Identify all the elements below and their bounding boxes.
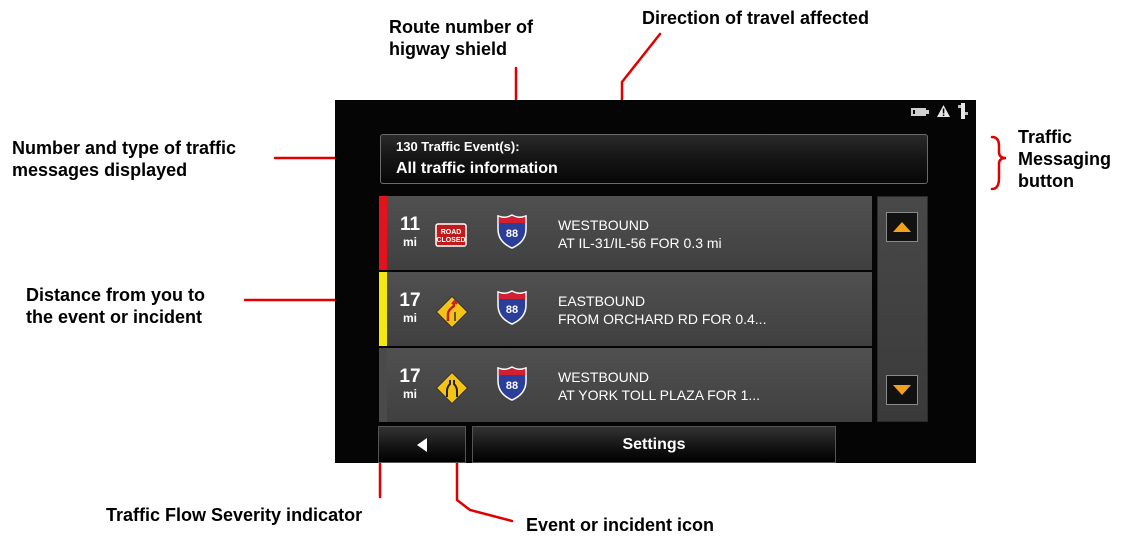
route-number-callout-line2: higway shield <box>389 39 508 59</box>
road-narrows-icon <box>435 371 469 405</box>
route-number: 88 <box>506 380 518 392</box>
warning-icon <box>937 104 950 122</box>
severity-indicator <box>379 348 387 422</box>
distance-value: 17 <box>399 290 421 311</box>
distance-unit: mi <box>402 387 417 401</box>
event-detail: FROM ORCHARD RD FOR 0.4... <box>558 311 767 327</box>
traffic-event-row[interactable]: 17 mi 88 EASTBOUND FROM ORCHARD RD FOR 0… <box>379 272 872 346</box>
route-number-callout-line1: Route number of <box>389 17 533 37</box>
bottom-bar: Settings <box>378 426 836 463</box>
traffic-filter-label: All traffic information <box>396 160 558 177</box>
event-detail: AT YORK TOLL PLAZA FOR 1... <box>558 387 761 403</box>
scroll-down-button[interactable] <box>886 375 918 405</box>
interstate-shield-icon: 88 <box>496 213 528 249</box>
messaging-button-callout-line1: Traffic <box>1018 127 1073 147</box>
severity-callout: Traffic Flow Severity indicator <box>106 505 363 525</box>
back-button[interactable] <box>378 426 466 463</box>
event-direction: WESTBOUND <box>558 217 649 233</box>
distance-value: 11 <box>399 214 421 235</box>
message-count-callout: Number and type of traffic messages disp… <box>12 137 236 181</box>
distance-value: 17 <box>399 366 421 387</box>
direction-callout: Direction of travel affected <box>642 8 870 28</box>
traffic-event-row[interactable]: 11 mi ROAD CLOSED 88 WESTBOUND AT IL-31/… <box>379 196 872 270</box>
route-number: 88 <box>506 228 518 240</box>
road-closed-icon: ROAD CLOSED <box>435 219 467 251</box>
distance-unit: mi <box>402 235 417 249</box>
event-icon-callout: Event or incident icon <box>526 515 715 535</box>
interstate-shield-icon: 88 <box>496 289 528 325</box>
scroll-up-button[interactable] <box>886 212 918 242</box>
road-closed-text-bottom: CLOSED <box>436 237 465 244</box>
settings-button[interactable]: Settings <box>472 426 836 463</box>
traffic-screen: 130 Traffic Event(s): All traffic inform… <box>335 100 976 463</box>
event-info: WESTBOUND AT IL-31/IL-56 FOR 0.3 mi <box>558 216 722 252</box>
message-count-callout-line2: messages displayed <box>12 160 188 180</box>
event-distance: 17 mi <box>389 366 431 402</box>
road-closed-text-top: ROAD <box>441 229 462 236</box>
distance-callout: Distance from you to the event or incide… <box>26 284 205 328</box>
messaging-button-callout: Traffic Messaging button <box>1018 126 1111 192</box>
event-distance: 11 mi <box>389 214 431 250</box>
arrow-down-icon <box>893 385 911 395</box>
event-detail: AT IL-31/IL-56 FOR 0.3 mi <box>558 235 722 251</box>
back-arrow-icon <box>417 437 427 452</box>
messaging-brace <box>990 135 1007 191</box>
event-info: WESTBOUND AT YORK TOLL PLAZA FOR 1... <box>558 368 760 404</box>
route-number: 88 <box>506 304 518 316</box>
event-direction: EASTBOUND <box>558 293 646 309</box>
distance-unit: mi <box>402 311 417 325</box>
satellite-icon <box>958 102 968 124</box>
arrow-up-icon <box>893 222 911 232</box>
traffic-event-list: 11 mi ROAD CLOSED 88 WESTBOUND AT IL-31/… <box>379 196 872 424</box>
route-number-callout: Route number of higway shield <box>389 16 533 60</box>
messaging-button-callout-line2: Messaging <box>1018 149 1112 169</box>
message-count-callout-line1: Number and type of traffic <box>12 138 237 158</box>
lane-shift-icon <box>435 295 469 329</box>
traffic-messaging-button[interactable]: 130 Traffic Event(s): All traffic inform… <box>380 134 928 184</box>
interstate-shield-icon: 88 <box>496 365 528 401</box>
severity-indicator <box>379 272 387 346</box>
severity-indicator <box>379 196 387 270</box>
distance-callout-line2: the event or incident <box>26 307 203 327</box>
event-direction: WESTBOUND <box>558 369 649 385</box>
traffic-event-row[interactable]: 17 mi 88 WESTBOUND AT YORK TOLL PLAZA FO… <box>379 348 872 422</box>
event-info: EASTBOUND FROM ORCHARD RD FOR 0.4... <box>558 292 766 328</box>
list-scrollbar <box>877 196 928 422</box>
battery-icon <box>911 104 929 122</box>
event-distance: 17 mi <box>389 290 431 326</box>
messaging-button-callout-line3: button <box>1018 171 1074 191</box>
traffic-event-count: 130 Traffic Event(s): <box>396 139 520 154</box>
status-bar <box>911 102 968 122</box>
distance-callout-line1: Distance from you to <box>26 285 206 305</box>
